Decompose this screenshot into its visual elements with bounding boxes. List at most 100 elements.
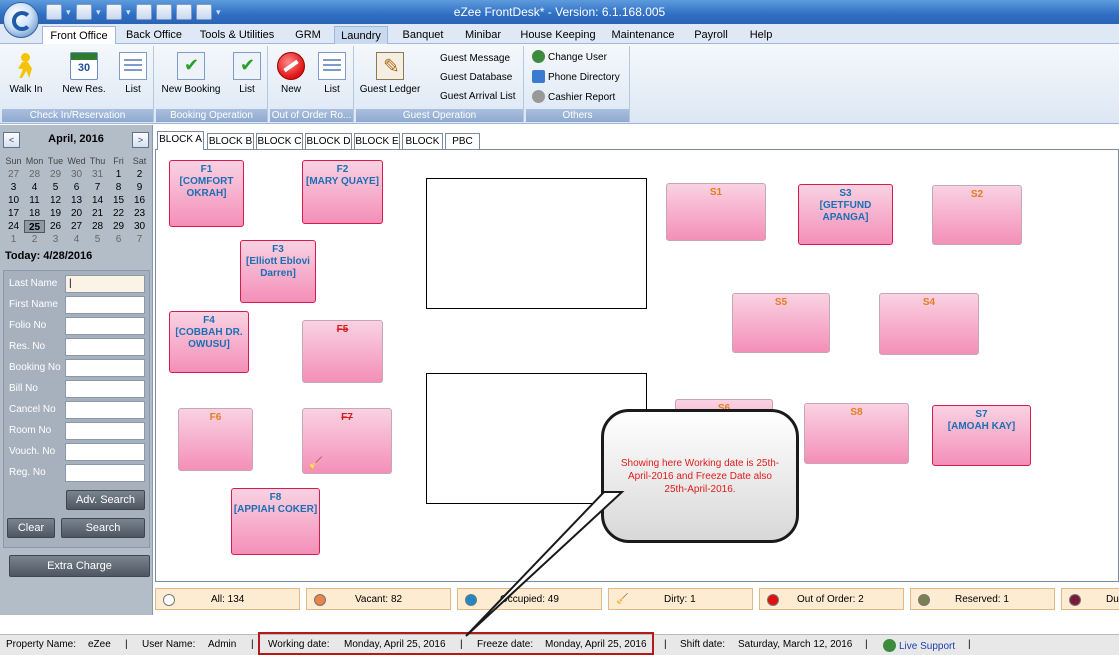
calendar-day[interactable]: 30 xyxy=(66,168,87,181)
legend-vacant[interactable]: Vacant: 82 xyxy=(306,588,451,610)
legend-all[interactable]: All: 134 xyxy=(155,588,300,610)
room-tile-f4[interactable]: F4 [COBBAH DR. OWUSU] xyxy=(169,311,249,373)
tab-back-office[interactable]: Back Office xyxy=(120,26,188,44)
tab-front-office[interactable]: Front Office xyxy=(42,26,116,44)
adv-search-button[interactable]: Adv. Search xyxy=(66,490,145,510)
calendar-day[interactable]: 2 xyxy=(129,168,150,181)
room-tile-f1[interactable]: F1 [COMFORT OKRAH] xyxy=(169,160,244,227)
change-user-button[interactable]: Change User xyxy=(532,49,607,67)
room-tile-s5[interactable]: S5 xyxy=(732,293,830,353)
tab-grm[interactable]: GRM xyxy=(290,26,326,44)
calendar-day[interactable]: 27 xyxy=(3,168,24,181)
calendar-day-selected[interactable]: 25 xyxy=(24,220,45,233)
tab-block-f[interactable]: BLOCK F xyxy=(402,133,443,162)
room-no-input[interactable] xyxy=(65,422,145,440)
calendar-day[interactable]: 7 xyxy=(87,181,108,194)
cashier-report-button[interactable]: Cashier Report xyxy=(532,89,615,107)
calendar-day[interactable]: 14 xyxy=(87,194,108,207)
room-tile-f6[interactable]: F6 xyxy=(178,408,253,471)
last-name-input[interactable]: | xyxy=(65,275,145,293)
legend-reserved[interactable]: Reserved: 1 xyxy=(910,588,1055,610)
live-support-link[interactable]: Live Support xyxy=(883,639,955,652)
calendar-day[interactable]: 30 xyxy=(129,220,150,233)
calendar-day[interactable]: 8 xyxy=(108,181,129,194)
tab-maintenance[interactable]: Maintenance xyxy=(608,26,678,44)
out-of-order-list-button[interactable]: List xyxy=(314,50,350,102)
room-tile-s7[interactable]: S7 [AMOAH KAY] xyxy=(932,405,1031,466)
calendar-day[interactable]: 21 xyxy=(87,207,108,220)
calendar-day[interactable]: 24 xyxy=(3,220,24,233)
calendar-day[interactable]: 31 xyxy=(87,168,108,181)
calendar-day[interactable]: 7 xyxy=(129,233,150,246)
calendar-day[interactable]: 17 xyxy=(3,207,24,220)
legend-out-of-order[interactable]: Out of Order: 2 xyxy=(759,588,904,610)
calendar-day[interactable]: 28 xyxy=(24,168,45,181)
tab-block-e[interactable]: BLOCK E xyxy=(354,133,400,149)
clear-button[interactable]: Clear xyxy=(7,518,55,538)
cancel-no-input[interactable] xyxy=(65,401,145,419)
legend-occupied[interactable]: Occupied: 49 xyxy=(457,588,602,610)
calendar-day[interactable]: 2 xyxy=(24,233,45,246)
booking-no-input[interactable] xyxy=(65,359,145,377)
reservation-list-button[interactable]: List xyxy=(116,50,150,102)
calendar-day[interactable]: 20 xyxy=(66,207,87,220)
calendar-prev-button[interactable]: < xyxy=(3,132,20,148)
calendar-day[interactable]: 6 xyxy=(108,233,129,246)
first-name-input[interactable] xyxy=(65,296,145,314)
calendar-day[interactable]: 28 xyxy=(87,220,108,233)
walk-in-button[interactable]: Walk In xyxy=(4,50,48,102)
tab-pbc[interactable]: PBC xyxy=(445,133,480,149)
booking-list-button[interactable]: List xyxy=(230,50,264,102)
calendar-day[interactable]: 6 xyxy=(66,181,87,194)
tab-payroll[interactable]: Payroll xyxy=(688,26,734,44)
calendar-next-button[interactable]: > xyxy=(132,132,149,148)
room-tile-s1[interactable]: S1 xyxy=(666,183,766,241)
room-tile-s2[interactable]: S2 xyxy=(932,185,1022,245)
res-no-input[interactable] xyxy=(65,338,145,356)
calendar-day[interactable]: 23 xyxy=(129,207,150,220)
guest-ledger-button[interactable]: Guest Ledger xyxy=(358,50,422,102)
tab-block-b[interactable]: BLOCK B xyxy=(207,133,254,149)
calendar-day[interactable]: 29 xyxy=(45,168,66,181)
reg-no-input[interactable] xyxy=(65,464,145,482)
tab-block-d[interactable]: BLOCK D xyxy=(305,133,352,149)
room-tile-f2[interactable]: F2 [MARY QUAYE] xyxy=(302,160,383,224)
tab-block-c[interactable]: BLOCK C xyxy=(256,133,303,149)
new-out-of-order-button[interactable]: New xyxy=(272,50,310,102)
room-tile-s8[interactable]: S8 xyxy=(804,403,909,464)
today-label[interactable]: Today: 4/28/2016 xyxy=(5,250,92,262)
folio-no-input[interactable] xyxy=(65,317,145,335)
room-tile-f7[interactable]: F7 🧹 xyxy=(302,408,392,474)
vouch-no-input[interactable] xyxy=(65,443,145,461)
tab-help[interactable]: Help xyxy=(744,26,778,44)
calendar-day[interactable]: 13 xyxy=(66,194,87,207)
calendar-day[interactable]: 5 xyxy=(45,181,66,194)
calendar-day[interactable]: 1 xyxy=(108,168,129,181)
calendar-day[interactable]: 12 xyxy=(45,194,66,207)
calendar-day[interactable]: 26 xyxy=(45,220,66,233)
tab-block-a[interactable]: BLOCK A xyxy=(157,131,204,150)
tab-house-keeping[interactable]: House Keeping xyxy=(518,26,598,44)
tab-banquet[interactable]: Banquet xyxy=(396,26,450,44)
room-tile-s3[interactable]: S3 [GETFUND APANGA] xyxy=(798,184,893,245)
calendar-day[interactable]: 27 xyxy=(66,220,87,233)
calendar-day[interactable]: 4 xyxy=(66,233,87,246)
calendar-day[interactable]: 15 xyxy=(108,194,129,207)
calendar-day[interactable]: 22 xyxy=(108,207,129,220)
room-tile-f5[interactable]: F5 xyxy=(302,320,383,383)
guest-message-button[interactable]: Guest Message xyxy=(440,50,510,68)
calendar-day[interactable]: 4 xyxy=(24,181,45,194)
room-tile-f3[interactable]: F3 [Elliott Eblovi Darren] xyxy=(240,240,316,303)
extra-charge-button[interactable]: Extra Charge xyxy=(9,555,150,577)
tab-minibar[interactable]: Minibar xyxy=(458,26,508,44)
calendar-day[interactable]: 16 xyxy=(129,194,150,207)
legend-dirty[interactable]: 🧹 Dirty: 1 xyxy=(608,588,753,610)
calendar-day[interactable]: 5 xyxy=(87,233,108,246)
calendar-day[interactable]: 19 xyxy=(45,207,66,220)
calendar-day[interactable]: 3 xyxy=(45,233,66,246)
phone-directory-button[interactable]: Phone Directory xyxy=(532,69,620,87)
calendar-day[interactable]: 29 xyxy=(108,220,129,233)
calendar-day[interactable]: 11 xyxy=(24,194,45,207)
calendar-day[interactable]: 10 xyxy=(3,194,24,207)
calendar-day[interactable]: 1 xyxy=(3,233,24,246)
